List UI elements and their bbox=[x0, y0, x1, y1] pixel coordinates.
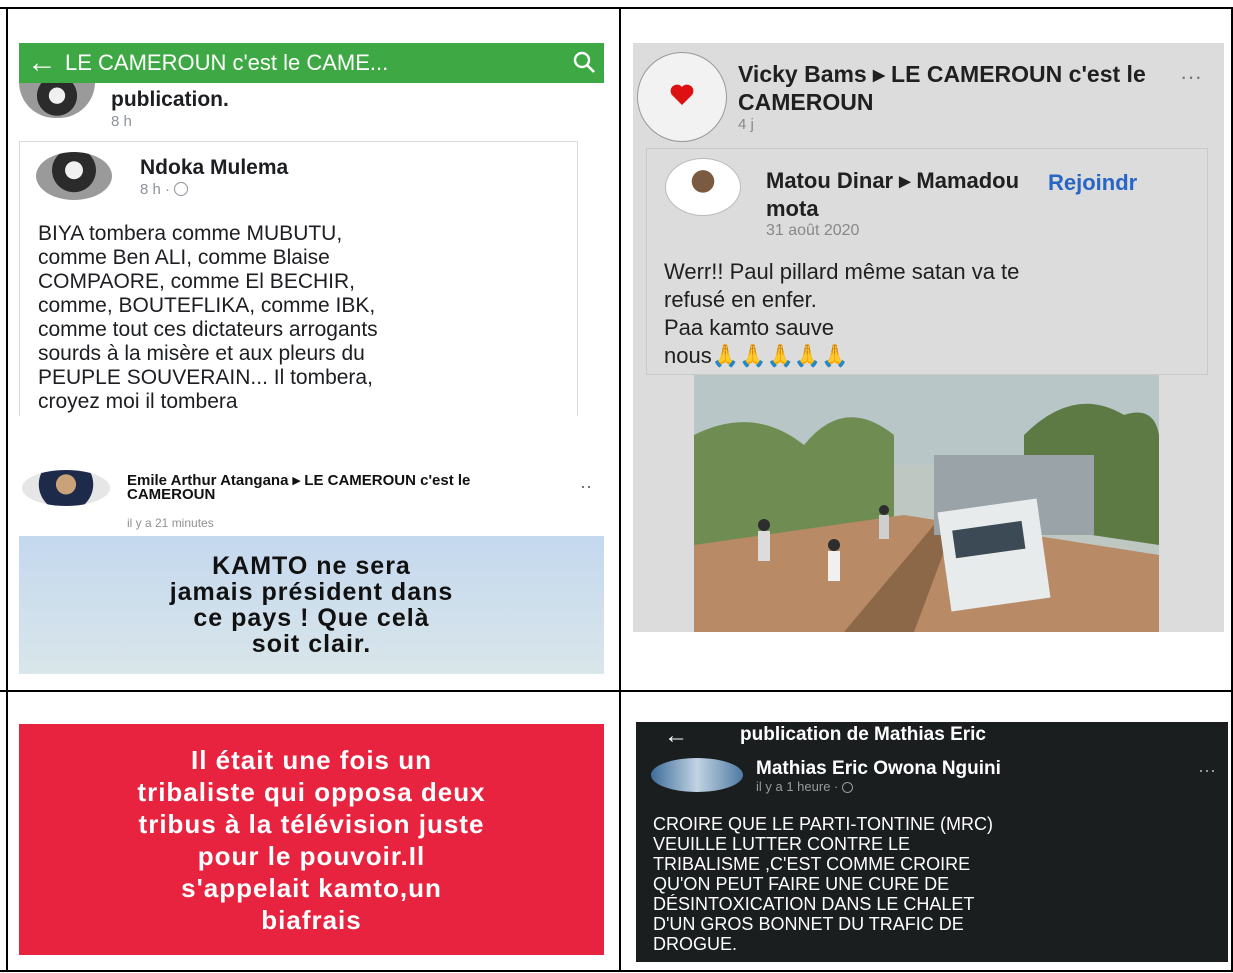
second-post-avatar[interactable] bbox=[22, 470, 110, 506]
author-name[interactable]: Ndoka Mulema bbox=[140, 156, 288, 180]
post-meta: 8 h · bbox=[140, 181, 189, 198]
author-name[interactable]: Mathias Eric Owona Nguini bbox=[756, 758, 1001, 780]
author-avatar[interactable] bbox=[637, 52, 727, 142]
second-post-text-image: KAMTO ne sera jamais président dans ce p… bbox=[19, 536, 604, 674]
post-text: CROIRE QUE LE PARTI-TONTINE (MRC) VEUILL… bbox=[653, 814, 994, 954]
post-time: 8 h · bbox=[140, 181, 175, 198]
author-avatar[interactable] bbox=[36, 152, 112, 200]
grid-border-bottom bbox=[0, 970, 1233, 972]
grid-border-left bbox=[6, 7, 8, 972]
previous-post-text: publication. bbox=[111, 88, 229, 111]
second-post-time: il y a 21 minutes bbox=[127, 516, 214, 530]
red-image-text: Il était une fois un tribaliste qui oppo… bbox=[137, 744, 486, 935]
more-options-icon[interactable]: ··· bbox=[1198, 760, 1216, 781]
header-title: publication de Mathias Eric bbox=[740, 724, 986, 745]
app-bar-title: LE CAMEROUN c'est le CAME... bbox=[65, 50, 389, 75]
shared-post-text: Werr!! Paul pillard même satan va te ref… bbox=[664, 259, 1020, 368]
previous-post-avatar[interactable] bbox=[19, 82, 95, 118]
join-button[interactable]: Rejoindr bbox=[1048, 170, 1137, 196]
more-options-icon[interactable]: ··· bbox=[1180, 64, 1202, 90]
post-meta: il y a 1 heure · bbox=[756, 779, 853, 794]
grid-border-middle bbox=[0, 690, 1233, 692]
globe-icon bbox=[842, 782, 853, 793]
back-arrow-icon[interactable]: ← bbox=[664, 722, 688, 750]
post-text: BIYA tombera comme MUBUTU, comme Ben ALI… bbox=[38, 222, 378, 413]
grid-border-center bbox=[619, 7, 621, 972]
previous-post-time: 8 h bbox=[111, 113, 132, 130]
post-time: 4 j bbox=[738, 116, 754, 133]
app-bar: ← LE CAMEROUN c'est le CAME... bbox=[19, 43, 604, 83]
shared-author-avatar[interactable] bbox=[665, 158, 741, 216]
back-arrow-icon[interactable]: ← bbox=[19, 48, 65, 78]
search-icon[interactable] bbox=[564, 51, 604, 75]
author-name[interactable]: Vicky Bams ▸ LE CAMEROUN c'est le CAMERO… bbox=[738, 60, 1158, 116]
author-avatar[interactable] bbox=[651, 758, 743, 792]
truck-stuck-photo[interactable] bbox=[694, 375, 1159, 632]
heart-icon bbox=[670, 84, 694, 105]
second-post-author[interactable]: Emile Arthur Atangana ▸ LE CAMEROUN c'es… bbox=[127, 473, 547, 502]
globe-icon bbox=[174, 182, 189, 196]
more-options-icon[interactable]: ·· bbox=[580, 476, 592, 497]
grid-border-top bbox=[0, 7, 1233, 9]
shared-author-name[interactable]: Matou Dinar ▸ Mamadou mota bbox=[766, 167, 1026, 223]
shared-post-time: 31 août 2020 bbox=[766, 222, 860, 239]
second-post-image-text: KAMTO ne sera jamais président dans ce p… bbox=[169, 552, 454, 658]
red-text-image: Il était une fois un tribaliste qui oppo… bbox=[19, 724, 604, 955]
post-time: il y a 1 heure · bbox=[756, 779, 842, 794]
